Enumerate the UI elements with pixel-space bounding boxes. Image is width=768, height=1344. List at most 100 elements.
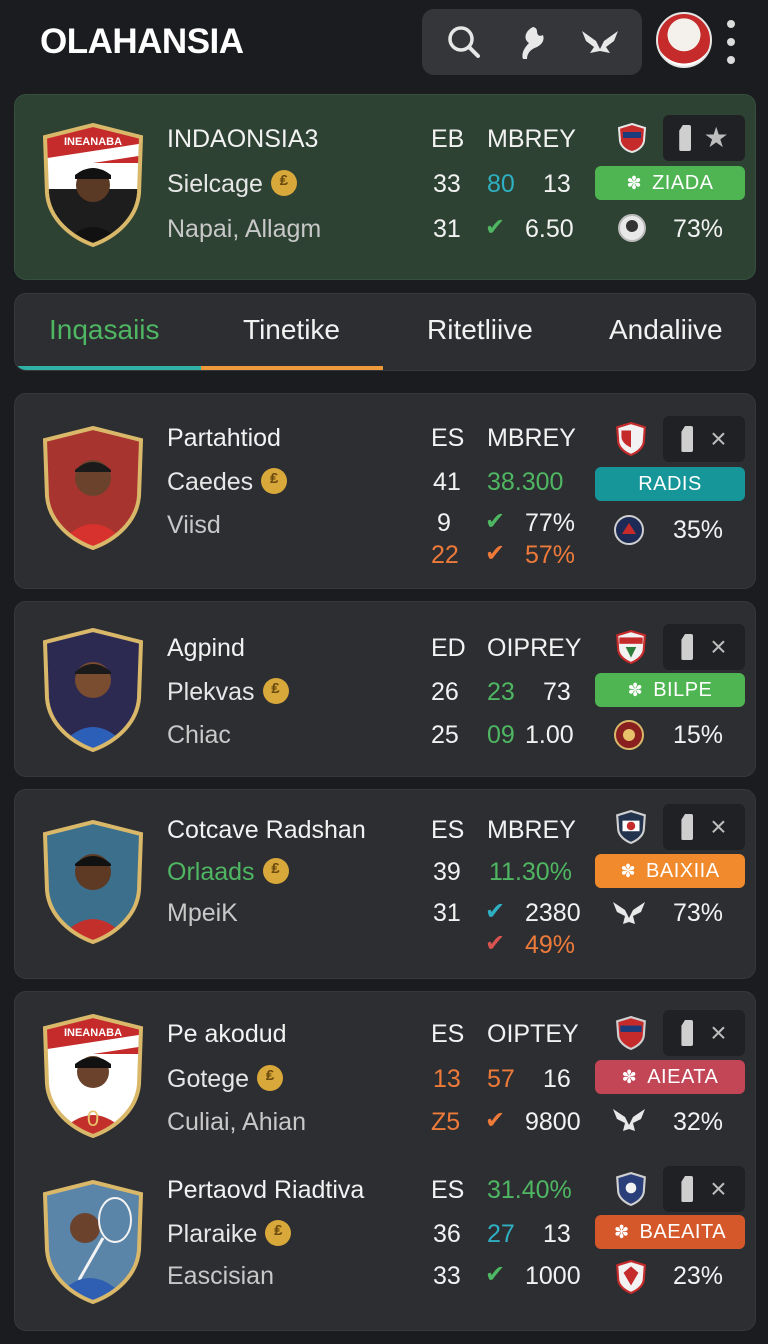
- club-crest-icon: [616, 630, 646, 664]
- wings-icon: [582, 31, 618, 53]
- stat-value: 13: [543, 1220, 571, 1248]
- player-name: Agpind: [167, 634, 245, 662]
- col1-header: ES: [431, 424, 465, 452]
- coin-icon: [257, 1065, 284, 1091]
- club-crest-icon: [616, 422, 646, 456]
- club-crest-icon: [617, 123, 647, 153]
- player-card[interactable]: Cotcave Radshan Orlaads MpeiK ES MBREY 3…: [14, 789, 756, 979]
- bookmark-icon: [681, 426, 694, 452]
- player-name: Cotcave Radshan: [167, 816, 366, 844]
- col2-header: 31.40%: [487, 1176, 572, 1204]
- favorite-action[interactable]: ★: [663, 115, 745, 161]
- col2-header: OIPREY: [487, 634, 582, 662]
- status-pill[interactable]: ✽ BAIXIIA: [595, 854, 745, 888]
- col2-header: OIPTEY: [487, 1020, 579, 1048]
- player-crest-shield: [42, 426, 144, 550]
- user-avatar[interactable]: [656, 12, 712, 68]
- stat-value: 11.30%: [489, 858, 572, 886]
- tab-tinetike[interactable]: Tinetike: [243, 314, 340, 346]
- tab-ritetliive[interactable]: Ritetliive: [427, 314, 533, 346]
- search-button[interactable]: [438, 16, 490, 68]
- coin-icon: [270, 170, 297, 196]
- player-crest-shield: [42, 628, 144, 752]
- club-badge-icon: [614, 720, 644, 750]
- gear-icon: ✽: [620, 860, 637, 881]
- stat-value: 49%: [525, 931, 576, 959]
- status-pill[interactable]: ✽ BAEAITA: [595, 1215, 745, 1249]
- col2-header: MBREY: [487, 125, 576, 153]
- club-crest-icon: [616, 810, 646, 844]
- remove-action[interactable]: ×: [663, 1010, 745, 1056]
- gear-icon: ✽: [621, 1066, 638, 1087]
- stat-value: 33: [433, 170, 461, 198]
- club-crest-icon: [616, 1016, 646, 1050]
- player-name[interactable]: Pertaovd Riadtiva: [167, 1176, 364, 1205]
- player-sub: Culiai, Ahian: [167, 1108, 306, 1136]
- player-card[interactable]: Partahtiod Caedes Viisd ES MBREY 41 38.3…: [14, 393, 756, 589]
- more-menu-button[interactable]: [724, 20, 738, 64]
- status-pill[interactable]: RADIS: [595, 467, 745, 501]
- stat-value: 26: [431, 678, 459, 706]
- stat-value: 80: [487, 170, 515, 198]
- percentage: 32%: [672, 1108, 723, 1136]
- check-icon: ✔: [485, 930, 506, 957]
- leaf-button[interactable]: [506, 16, 558, 68]
- player-sub: Viisd: [167, 511, 221, 539]
- crest-text: INEANABA: [64, 1027, 122, 1039]
- app-header: OLAHANSIA: [0, 0, 768, 86]
- col2-header: MBREY: [487, 424, 576, 452]
- tab-inqasaiis[interactable]: Inqasaiis: [49, 314, 160, 346]
- stat-value: 39: [433, 858, 461, 886]
- stat-value: 6.50: [525, 215, 574, 243]
- stat-value: 41: [433, 468, 461, 496]
- percentage: 15%: [672, 721, 723, 749]
- status-pill[interactable]: ✽ ZIADA: [595, 166, 745, 200]
- remove-action[interactable]: ×: [663, 624, 745, 670]
- stat-value: 77%: [525, 509, 576, 537]
- gear-icon: ✽: [613, 1221, 630, 1242]
- stat-value: 33: [433, 1262, 461, 1290]
- remove-action[interactable]: ×: [663, 804, 745, 850]
- player-sub: MpeiK: [167, 899, 238, 927]
- check-icon: ✔: [485, 214, 506, 241]
- percentage: 23%: [672, 1262, 723, 1290]
- close-icon: ×: [710, 1173, 727, 1204]
- coin-icon: [265, 1220, 292, 1246]
- player-crest-shield: INEANABA: [42, 123, 144, 247]
- stat-value: 13: [433, 1065, 461, 1093]
- player-location: Napai, Allagm: [167, 215, 322, 243]
- crest-text: INEANABA: [64, 136, 122, 148]
- player-team: Sielcage: [167, 170, 297, 199]
- stat-value: 16: [543, 1065, 571, 1093]
- percentage: 35%: [672, 516, 723, 544]
- remove-action[interactable]: ×: [663, 1166, 745, 1212]
- status-pill[interactable]: ✽ BILPE: [595, 673, 745, 707]
- close-icon: ×: [710, 811, 727, 842]
- tab-andaliive[interactable]: Andaliive: [609, 314, 723, 346]
- gear-icon: ✽: [627, 679, 644, 700]
- player-sub: Eascisian: [167, 1262, 274, 1290]
- search-icon: [448, 26, 480, 58]
- stat-value: 31: [433, 899, 461, 927]
- eagle-icon: [613, 902, 645, 924]
- featured-player-card[interactable]: INEANABA INDAONSIA3 Sielcage Napai, Alla…: [14, 94, 756, 280]
- coin-icon: [262, 678, 289, 704]
- check-icon: ✔: [485, 1107, 506, 1134]
- stat-value: 27: [487, 1220, 515, 1248]
- stat-value: 57%: [525, 541, 576, 569]
- check-icon: ✔: [485, 898, 506, 925]
- svg-text:0: 0: [87, 1106, 99, 1131]
- status-pill[interactable]: ✽ AIEATA: [595, 1060, 745, 1094]
- player-card[interactable]: Agpind Plekvas Chiac ED OIPREY 26 23 73 …: [14, 601, 756, 777]
- star-icon: ★: [703, 122, 729, 153]
- remove-action[interactable]: ×: [663, 416, 745, 462]
- club-badge-icon: [614, 515, 644, 545]
- stat-value: 2380: [525, 899, 581, 927]
- player-name[interactable]: Pe akodud: [167, 1020, 287, 1049]
- check-icon: ✔: [485, 540, 506, 567]
- player-name: INDAONSIA3: [167, 125, 319, 153]
- col1-header: ED: [431, 634, 466, 662]
- wings-button[interactable]: [574, 16, 626, 68]
- player-crest-shield: [42, 1180, 144, 1304]
- player-crest-shield: 0 INEANABA: [42, 1014, 144, 1138]
